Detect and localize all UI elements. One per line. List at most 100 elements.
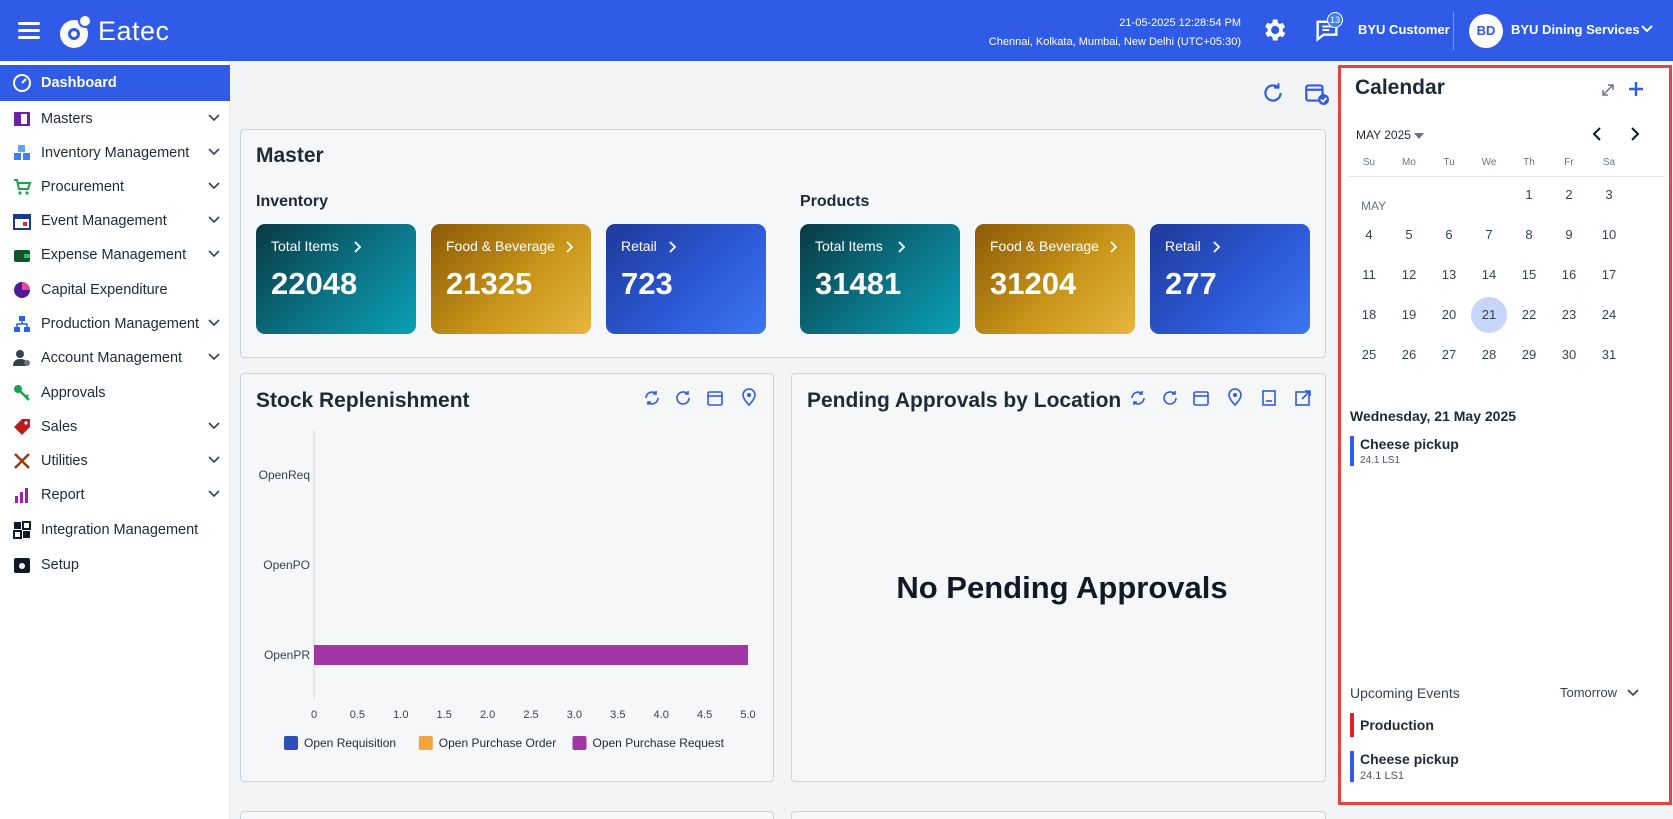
tile-products-total-items[interactable]: Total Items 31481 [800,224,960,334]
chevron-down-icon[interactable] [208,114,220,122]
chevron-down-icon[interactable] [208,148,220,156]
calendar-day[interactable]: 18 [1351,297,1387,333]
sidebar-item-event-management[interactable]: Event Management [0,203,230,239]
calendar-day[interactable]: 11 [1351,257,1387,293]
calendar-icon[interactable] [1192,389,1210,407]
sidebar-item-report[interactable]: Report [0,477,230,513]
approvals-title: Pending Approvals by Location [807,389,1122,412]
weekday-label: Th [1523,157,1535,168]
calendar-day[interactable]: 12 [1391,257,1427,293]
calendar-day[interactable]: 27 [1431,337,1467,373]
event-item[interactable]: Cheese pickup 24.1 LS1 [1350,436,1459,466]
sidebar-item-account-management[interactable]: Account Management [0,340,230,376]
chevron-down-icon[interactable] [208,456,220,464]
refresh-icon[interactable] [1260,80,1286,106]
calendar-day[interactable]: 1 [1511,177,1547,213]
calendar-day[interactable]: 5 [1391,217,1427,253]
sync-icon[interactable] [1129,389,1147,407]
sidebar-item-approvals[interactable]: Approvals [0,375,230,411]
calendar-day[interactable]: 30 [1551,337,1587,373]
chevron-down-icon[interactable] [208,422,220,430]
sidebar-item-capital-expenditure[interactable]: Capital Expenditure [0,272,230,308]
calendar-day[interactable]: 15 [1511,257,1547,293]
sidebar-item-label: Capital Expenditure [41,282,168,298]
calendar-day[interactable]: 9 [1551,217,1587,253]
calendar-day[interactable]: 29 [1511,337,1547,373]
external-link-icon[interactable] [1294,389,1312,407]
chevron-right-icon [898,241,906,253]
chevron-right-icon [669,241,677,253]
calendar-day[interactable]: 7 [1471,217,1507,253]
calendar-day[interactable]: 19 [1391,297,1427,333]
calendar-day-selected[interactable]: 21 [1471,297,1507,333]
notification-badge[interactable]: 13 [1327,12,1344,28]
location-pin-icon[interactable] [1226,388,1244,406]
menu-icon[interactable] [18,22,40,40]
calendar-icon[interactable] [706,389,724,407]
calendar-day[interactable]: 23 [1551,297,1587,333]
location-pin-icon[interactable] [740,388,758,406]
document-icon[interactable] [1260,389,1278,407]
calendar-day[interactable]: 2 [1551,177,1587,213]
organization-name[interactable]: BYU Dining Services [1511,22,1640,37]
month-select[interactable]: MAY 2025 [1356,128,1425,142]
calendar-day[interactable]: 14 [1471,257,1507,293]
sidebar-item-masters[interactable]: Masters [0,101,230,137]
chevron-down-icon[interactable] [208,353,220,361]
calendar-day[interactable]: 13 [1431,257,1467,293]
tile-value: 31481 [815,266,902,301]
sidebar-item-sales[interactable]: Sales [0,409,230,445]
calendar-check-icon[interactable] [1303,80,1329,106]
chevron-down-icon[interactable] [1640,24,1654,34]
calendar-day[interactable]: 31 [1591,337,1627,373]
calendar-day[interactable]: 17 [1591,257,1627,293]
tile-inventory-retail[interactable]: Retail 723 [606,224,766,334]
calendar-day[interactable]: 25 [1351,337,1387,373]
key-icon [14,385,30,401]
upcoming-filter-label: Tomorrow [1560,685,1618,700]
calendar-day[interactable]: 24 [1591,297,1627,333]
calendar-day[interactable]: 20 [1431,297,1467,333]
upcoming-event-item[interactable]: Production [1350,713,1434,737]
calendar-day[interactable]: 26 [1391,337,1427,373]
upcoming-event-item[interactable]: Cheese pickup 24.1 LS1 [1350,751,1459,782]
tile-products-retail[interactable]: Retail 277 [1150,224,1310,334]
sidebar-item-production-management[interactable]: Production Management [0,306,230,342]
chevron-down-icon[interactable] [208,182,220,190]
calendar-day[interactable]: 6 [1431,217,1467,253]
refresh-icon[interactable] [1161,389,1179,407]
tile-inventory-total-items[interactable]: Total Items 22048 [256,224,416,334]
chevron-down-icon[interactable] [208,319,220,327]
sidebar-item-expense-management[interactable]: Expense Management [0,237,230,273]
x-tick-label: 1.0 [393,709,408,721]
expand-icon[interactable] [1601,83,1615,97]
calendar-day[interactable]: 28 [1471,337,1507,373]
refresh-icon[interactable] [674,389,692,407]
gear-icon[interactable] [1260,16,1288,44]
customer-name[interactable]: BYU Customer [1358,22,1450,37]
avatar[interactable]: BD [1469,14,1503,48]
upcoming-filter-select[interactable]: Tomorrow [1560,685,1639,700]
calendar-day[interactable]: 16 [1551,257,1587,293]
sidebar-item-inventory-management[interactable]: Inventory Management [0,135,230,171]
next-month-icon[interactable] [1629,127,1641,141]
prev-month-icon[interactable] [1591,127,1603,141]
calendar-day[interactable]: 22 [1511,297,1547,333]
calendar-day[interactable]: 10 [1591,217,1627,253]
chevron-down-icon[interactable] [208,250,220,258]
sidebar-item-integration-management[interactable]: Integration Management [0,512,230,548]
chevron-down-icon[interactable] [208,216,220,224]
sidebar-item-utilities[interactable]: Utilities [0,443,230,479]
chevron-down-icon[interactable] [208,490,220,498]
sync-icon[interactable] [643,389,661,407]
calendar-day[interactable]: 8 [1511,217,1547,253]
calendar-day[interactable]: 3 [1591,177,1627,213]
sidebar-item-setup[interactable]: Setup [0,547,230,583]
tile-inventory-food-beverage[interactable]: Food & Beverage 21325 [431,224,591,334]
add-event-icon[interactable] [1626,79,1646,99]
app-logo[interactable]: Eatec [58,14,170,48]
tile-products-food-beverage[interactable]: Food & Beverage 31204 [975,224,1135,334]
sidebar-item-dashboard[interactable]: Dashboard [0,65,230,101]
calendar-day[interactable]: 4 [1351,217,1387,253]
sidebar-item-procurement[interactable]: Procurement [0,169,230,205]
